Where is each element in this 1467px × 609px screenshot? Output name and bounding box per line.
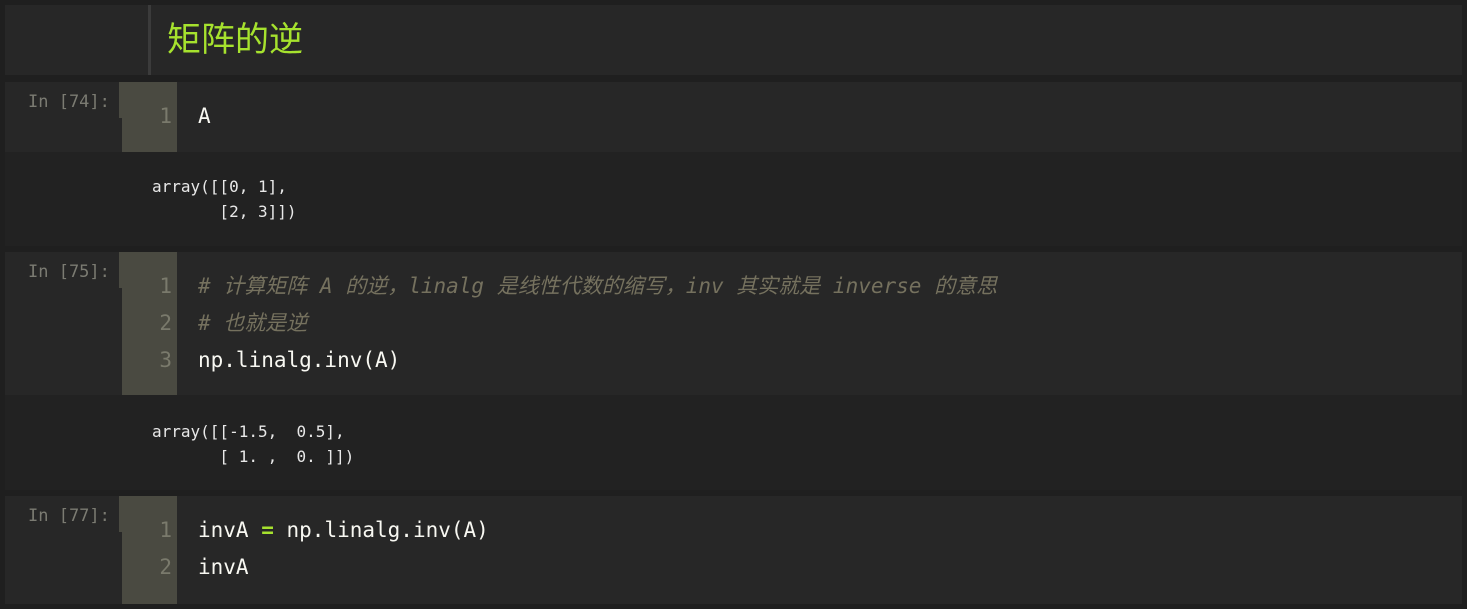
line-number: 1 [159,518,172,542]
output-line: array([[0, 1], [152,177,287,196]
code-cell-77[interactable]: In [77]: 1 2 invA = np.linalg.inv(A) inv… [5,496,1462,604]
code-identifier: invA [198,518,262,542]
output-text: array([[-1.5, 0.5], [ 1. , 0. ]]) [152,419,354,469]
code-comment: # 计算矩阵 A 的逆，linalg 是线性代数的缩写，inv 其实就是 inv… [198,274,998,298]
code-comment: # 也就是逆 [198,311,308,335]
line-number-gutter: 1 [122,82,177,152]
code-text: invA [198,555,249,579]
code-editor[interactable]: A [177,82,1462,152]
line-number: 2 [159,555,172,579]
cell-prompt: In [77]: [28,506,110,526]
code-line: # 计算矩阵 A 的逆，linalg 是线性代数的缩写，inv 其实就是 inv… [177,268,1462,305]
code-text: np.linalg.inv(A) [198,348,401,372]
output-text: array([[0, 1], [2, 3]]) [152,174,297,224]
assignment-operator: = [261,518,274,542]
cell-prompt: In [75]: [28,262,110,282]
code-line: invA = np.linalg.inv(A) [177,512,1462,549]
output-line: array([[-1.5, 0.5], [152,422,345,441]
code-text: A [198,104,211,128]
line-number: 3 [159,348,172,372]
code-cell-74[interactable]: In [74]: 1 A [5,82,1462,152]
notebook: 矩阵的逆 In [74]: 1 A array([[0, 1], [2, 3]]… [5,0,1462,609]
line-number-gutter: 1 2 3 [122,252,177,395]
line-number: 1 [159,104,172,128]
code-line: # 也就是逆 [177,305,1462,342]
code-line: A [177,98,1462,135]
output-line: [ 1. , 0. ]]) [152,447,355,466]
output-area-74: array([[0, 1], [2, 3]]) [5,152,1462,246]
line-number: 1 [159,274,172,298]
line-number: 2 [159,311,172,335]
output-line: [2, 3]]) [152,202,297,221]
line-number-gutter: 1 2 [122,496,177,604]
code-cell-75[interactable]: In [75]: 1 2 3 # 计算矩阵 A 的逆，linalg 是线性代数的… [5,252,1462,395]
code-line: np.linalg.inv(A) [177,342,1462,379]
output-area-75: array([[-1.5, 0.5], [ 1. , 0. ]]) [5,395,1462,490]
code-expression: np.linalg.inv(A) [273,518,489,542]
code-editor[interactable]: # 计算矩阵 A 的逆，linalg 是线性代数的缩写，inv 其实就是 inv… [177,252,1462,395]
code-line: invA [177,549,1462,586]
cell-prompt: In [74]: [28,92,110,112]
code-text: invA = np.linalg.inv(A) [198,512,489,549]
code-editor[interactable]: invA = np.linalg.inv(A) invA [177,496,1462,604]
markdown-cell[interactable]: 矩阵的逆 [5,5,1462,75]
section-heading: 矩阵的逆 [167,20,303,60]
markdown-cell-bar [148,5,151,75]
